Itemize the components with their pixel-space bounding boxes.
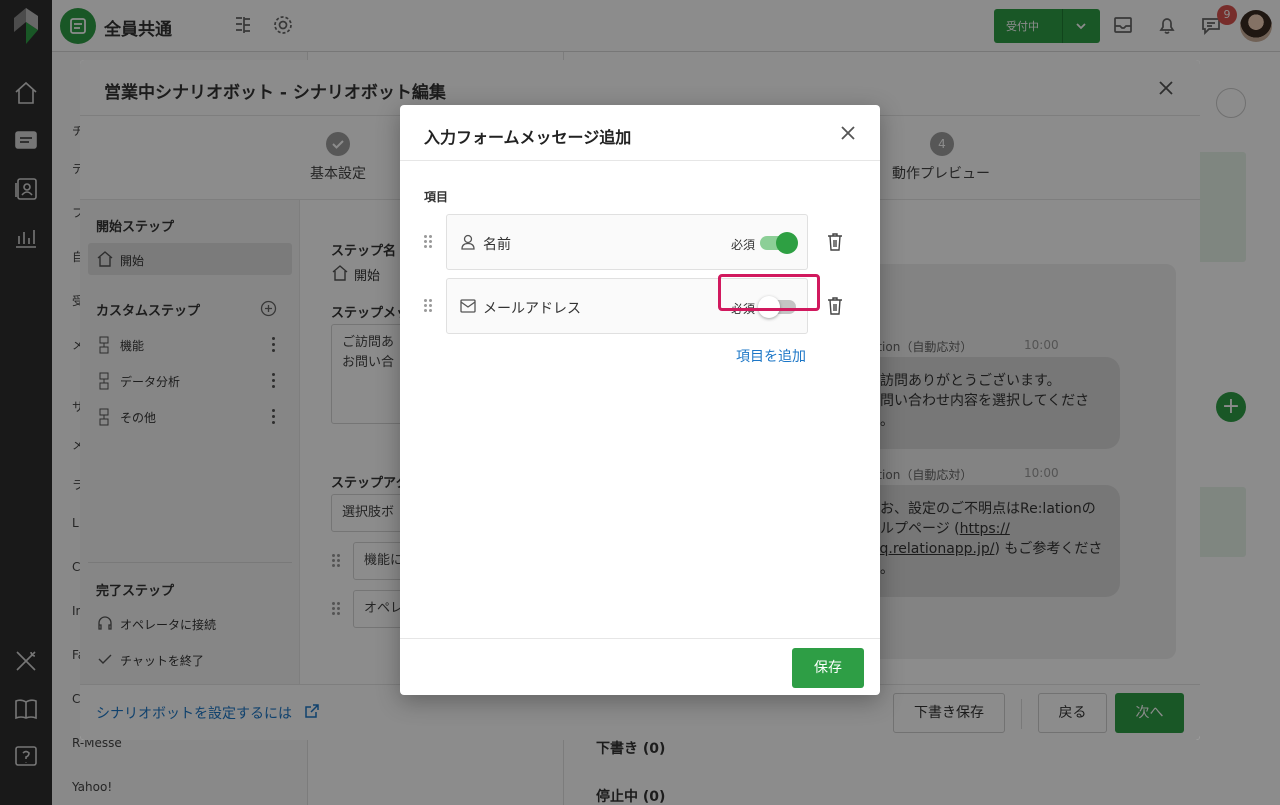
add-item-link[interactable]: 項目を追加 — [736, 346, 806, 366]
toggle-knob — [776, 232, 798, 254]
item-label: 名前 — [483, 237, 511, 253]
item-label: メールアドレス — [483, 301, 581, 317]
mail-icon — [460, 299, 476, 313]
dialog-body: 項目 名前 必須 メールアドレス 必須 項目を追加 — [400, 161, 880, 638]
dialog-footer: 保存 — [400, 638, 880, 695]
dialog-title: 入力フォームメッセージ追加 — [424, 128, 632, 147]
highlight-annotation — [718, 274, 820, 311]
trash-icon[interactable] — [826, 232, 844, 252]
items-label: 項目 — [424, 190, 449, 204]
form-item-row[interactable]: 名前 必須 — [446, 214, 808, 270]
close-icon[interactable] — [838, 123, 858, 143]
save-button[interactable]: 保存 — [792, 648, 864, 688]
required-toggle[interactable] — [760, 232, 798, 254]
drag-handle-icon[interactable] — [424, 299, 432, 313]
trash-icon[interactable] — [826, 296, 844, 316]
input-form-dialog: 入力フォームメッセージ追加 項目 名前 必須 メールアドレス 必須 項目を追加 … — [400, 105, 880, 695]
required-label: 必須 — [731, 238, 756, 252]
person-icon — [461, 234, 475, 250]
dialog-header: 入力フォームメッセージ追加 — [400, 105, 880, 161]
drag-handle-icon[interactable] — [424, 235, 432, 249]
